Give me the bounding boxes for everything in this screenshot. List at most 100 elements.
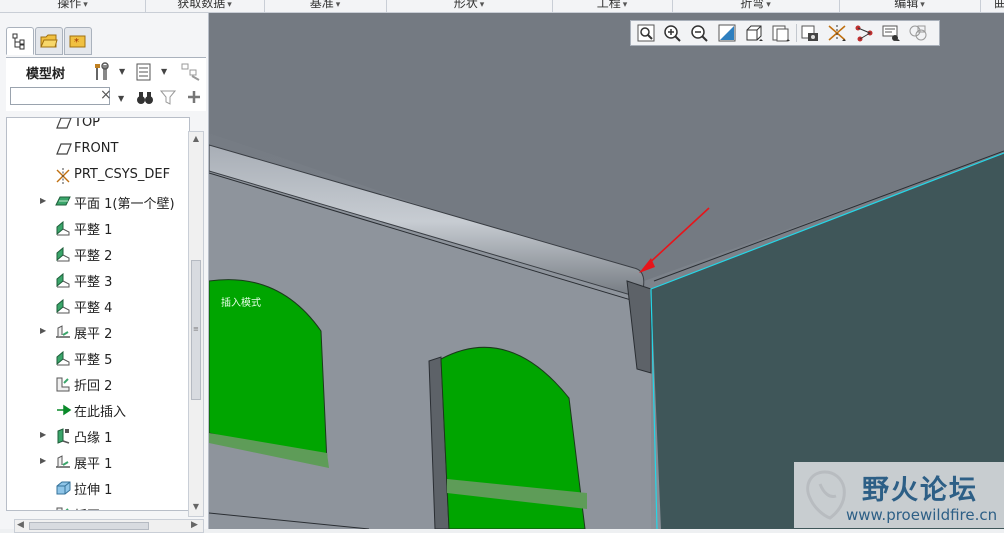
flat-wall-icon <box>56 272 70 288</box>
scroll-up-icon[interactable]: ▲ <box>191 134 201 144</box>
model-tree-icon <box>12 33 25 50</box>
planar-wall-icon <box>55 196 71 206</box>
csys-icon <box>56 168 70 184</box>
flat-wall-icon <box>56 246 70 262</box>
tree-search-input[interactable] <box>10 87 110 105</box>
tree-item[interactable]: FRONT <box>7 136 189 162</box>
svg-text:*: * <box>74 37 79 48</box>
chevron-down-icon[interactable]: ▼ <box>161 67 167 76</box>
bend-back-icon <box>56 377 70 392</box>
model-tree-tab[interactable] <box>6 27 34 55</box>
favorites-tab[interactable]: * <box>64 27 92 55</box>
filter-icon[interactable] <box>160 89 176 105</box>
toolbar-separator <box>796 24 797 42</box>
ribbon-group-surfaces[interactable]: 曲 <box>980 0 1004 12</box>
flat-wall-icon <box>56 350 70 366</box>
tree-item-label: 平整 4 <box>74 301 113 316</box>
tree-item[interactable]: ▶ 展平 1 <box>7 448 189 474</box>
tree-item[interactable]: ▶ 凸缘 1 <box>7 422 189 448</box>
chevron-down-icon: ▾ <box>622 0 628 10</box>
datum-plane-icon <box>56 143 72 155</box>
unbend-icon <box>56 455 70 468</box>
zoom-in-icon[interactable] <box>662 23 684 43</box>
model-tree-title: 模型树 <box>26 67 66 82</box>
tree-item-label: 凸缘 1 <box>74 431 113 446</box>
ribbon-group-editing[interactable]: 编辑 ▾ <box>839 0 981 12</box>
scroll-down-icon[interactable]: ▼ <box>191 502 201 512</box>
tree-item[interactable]: 折回 2 <box>7 370 189 396</box>
tree-search-row: × ▼ <box>6 85 206 111</box>
view-manager-icon[interactable] <box>799 23 821 43</box>
favorites-folder-icon: * <box>69 35 86 48</box>
tree-item[interactable]: 在此插入 <box>7 396 189 422</box>
insert-mode-label: 插入模式 <box>221 298 261 309</box>
bend-back-icon <box>56 507 69 510</box>
watermark-title: 野火论坛 <box>862 475 978 506</box>
repaint-icon[interactable] <box>716 23 738 43</box>
ribbon-group-datum[interactable]: 基准 ▾ <box>264 0 387 12</box>
find-binoculars-icon[interactable] <box>136 89 154 107</box>
show-list-icon[interactable] <box>134 61 154 83</box>
annotation-display-icon[interactable] <box>880 23 902 43</box>
tree-item[interactable]: 平整 5 <box>7 344 189 370</box>
folder-browser-tab[interactable] <box>35 27 63 55</box>
chevron-down-icon: ▾ <box>335 0 341 10</box>
tree-item-label: PRT_CSYS_DEF <box>74 167 171 182</box>
tree-item[interactable]: ▶ 平面 1(第一个壁) <box>7 188 189 214</box>
chevron-down-icon: ▾ <box>227 0 232 10</box>
tree-item[interactable]: 平整 4 <box>7 292 189 318</box>
tree-horizontal-scrollbar[interactable]: ◀ ▶ <box>14 519 204 533</box>
tree-item[interactable]: 平整 3 <box>7 266 189 292</box>
folder-icon <box>40 34 58 48</box>
tree-item[interactable]: ▶ 展平 2 <box>7 318 189 344</box>
tree-item-label: 平整 5 <box>74 353 113 368</box>
flat-wall-icon <box>56 220 70 236</box>
tree-columns-icon[interactable] <box>180 61 202 83</box>
tree-item[interactable]: 平整 2 <box>7 240 189 266</box>
spin-center-icon[interactable] <box>853 23 875 43</box>
tree-vertical-scrollbar[interactable]: ▲ ≡ ▼ <box>188 131 204 517</box>
tree-item-label: FRONT <box>74 141 119 156</box>
tree-item-label: 平整 3 <box>74 275 113 290</box>
unbend-icon <box>56 325 70 338</box>
tree-item-label: 在此插入 <box>74 405 127 420</box>
expand-arrow-icon[interactable]: ▶ <box>40 430 46 439</box>
ribbon-group-get-data[interactable]: 获取数据 ▾ <box>145 0 265 12</box>
tree-scroll-thumb[interactable]: ≡ <box>191 260 201 400</box>
tree-item-label: 折回 1 <box>74 505 112 510</box>
datum-display-icon[interactable] <box>826 23 848 43</box>
tree-item-label: 平整 2 <box>74 249 113 264</box>
tree-item-label: 展平 2 <box>74 327 113 342</box>
chevron-down-icon[interactable]: ▼ <box>119 67 125 76</box>
datum-plane-icon <box>56 118 72 129</box>
chevron-down-icon: ▾ <box>766 0 771 10</box>
ribbon-group-engineering[interactable]: 工程 ▾ <box>552 0 673 12</box>
tree-item-label: 展平 1 <box>74 457 113 472</box>
ribbon-group-shapes[interactable]: 形状 ▾ <box>386 0 553 12</box>
ribbon-group-bends[interactable]: 折弯 ▾ <box>672 0 840 12</box>
tree-item[interactable]: TOP <box>7 118 189 136</box>
clear-icon[interactable]: × <box>100 87 112 103</box>
insert-here-icon <box>57 404 72 416</box>
tree-item[interactable]: 平整 1 <box>7 214 189 240</box>
chevron-down-icon[interactable]: ▼ <box>118 94 124 103</box>
display-style-icon[interactable] <box>743 23 765 43</box>
tree-settings-icon[interactable] <box>92 61 114 83</box>
add-icon[interactable] <box>186 89 202 105</box>
appearance-icon[interactable] <box>907 23 929 43</box>
zoom-out-icon[interactable] <box>689 23 711 43</box>
flange-icon <box>57 428 70 444</box>
tree-item[interactable]: PRT_CSYS_DEF <box>7 162 189 188</box>
ribbon-group-operations[interactable]: 操作 ▾ <box>0 0 146 12</box>
chevron-down-icon: ▾ <box>920 0 925 10</box>
expand-arrow-icon[interactable]: ▶ <box>40 196 46 205</box>
graphics-viewport[interactable]: 插入模式 野火论坛 www.proewildfire.cn <box>209 13 1004 529</box>
watermark-url: www.proewildfire.cn <box>846 506 998 524</box>
expand-arrow-icon[interactable]: ▶ <box>40 326 46 335</box>
expand-arrow-icon[interactable]: ▶ <box>40 456 46 465</box>
refit-icon[interactable] <box>635 23 657 43</box>
tree-item[interactable]: 折回 1 <box>7 500 189 510</box>
tree-item[interactable]: 拉伸 1 <box>7 474 189 500</box>
saved-orientations-icon[interactable] <box>770 23 792 43</box>
ribbon-group-bar: 操作▾ 获取数据▾ 基准▾ 形状▾ 工程▾ 折弯▾ 编辑▾ 曲 <box>0 0 1004 13</box>
